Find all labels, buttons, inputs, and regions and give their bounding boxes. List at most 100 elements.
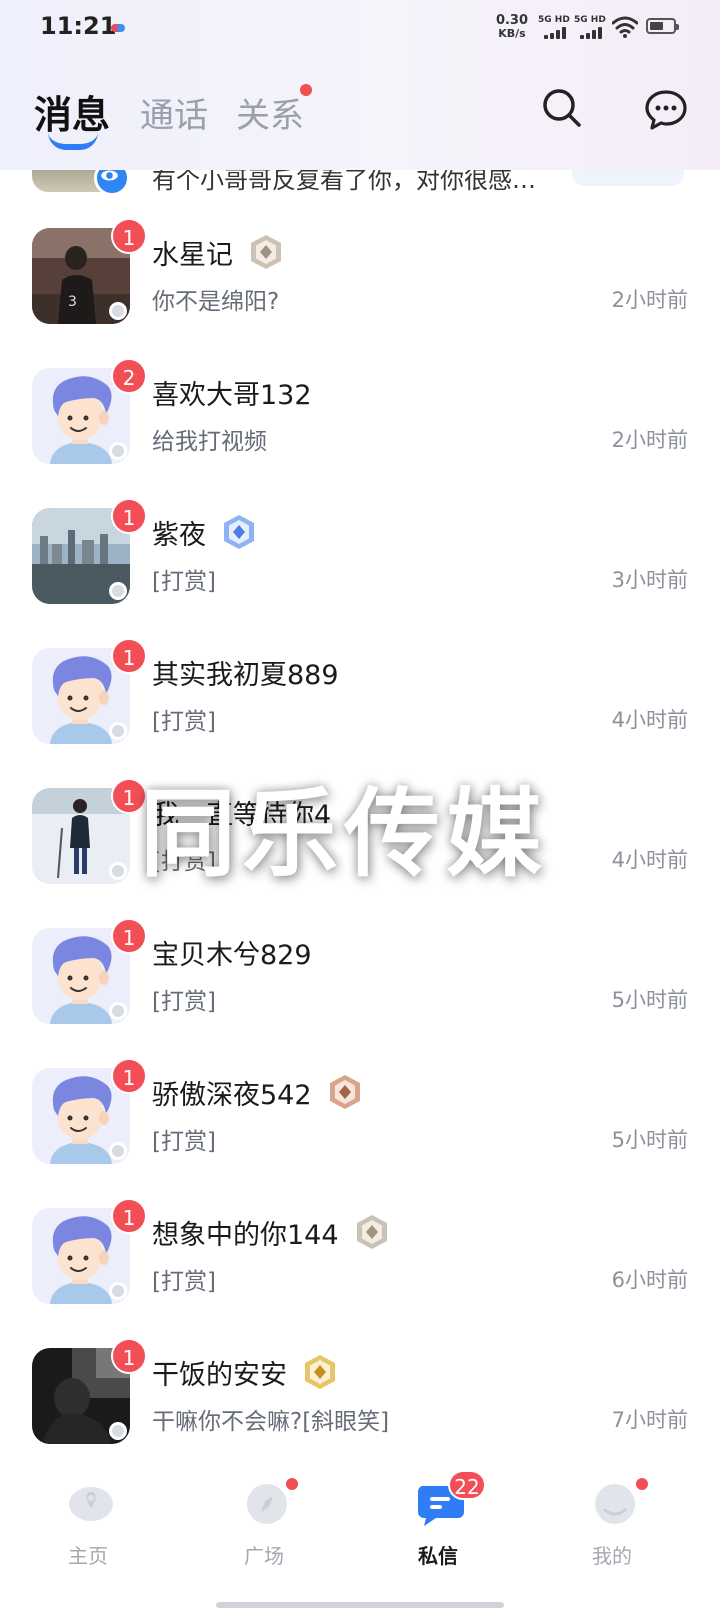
status-dot [109,442,127,460]
unread-badge: 1 [111,1058,147,1094]
signal-sim1-icon: 5G HD [538,15,570,41]
status-dot [109,582,127,600]
message-time: 5小时前 [611,1128,688,1152]
nav-messages-count: 22 [448,1470,486,1500]
home-icon [69,1487,113,1521]
status-bar: 11:21 0.30 KB/s 5G HD 5G HD [0,0,720,56]
contact-name: 喜欢大哥132 [152,379,312,411]
unread-badge: 1 [111,918,147,954]
eye-icon [94,170,130,196]
last-message: 你不是绵阳? [152,289,280,315]
svg-text:3: 3 [68,294,77,310]
action-pill[interactable] [572,170,684,186]
list-item[interactable]: 3 1 水星记你不是绵阳? 2小时前 [0,200,720,340]
nav-home[interactable]: 主页 [28,1468,148,1578]
list-item-message: 有个小哥哥反复看了你，对你很感… [152,170,536,194]
network-speed-unit: KB/s [498,27,526,40]
name-line: 水星记 [152,232,285,272]
message-time: 2小时前 [611,428,688,452]
bottom-nav: 主页 广场 22 私信 我的 [0,1468,720,1612]
tab-relations[interactable]: 关系 [236,88,304,137]
last-message: [打赏] [152,989,216,1015]
name-line: 骄傲深夜542 [152,1072,364,1112]
last-message: [打赏] [152,569,216,595]
status-dot [109,1422,127,1440]
battery-level [650,22,663,30]
status-dot [109,1142,127,1160]
last-message: 给我打视频 [152,429,267,455]
tab-calls[interactable]: 通话 [140,88,208,137]
relations-new-dot [300,84,312,96]
list-item[interactable]: 2 喜欢大哥132 给我打视频 2小时前 [0,340,720,480]
compass-icon [247,1484,287,1524]
name-line: 宝贝木兮829 [152,932,312,972]
signal-sim2-icon: 5G HD [574,15,606,41]
nav-plaza-dot [286,1478,298,1490]
notification-icon [111,24,125,32]
name-line: 喜欢大哥132 [152,372,312,412]
status-dot [109,722,127,740]
nav-profile[interactable]: 我的 [552,1468,672,1578]
unread-badge: 2 [111,358,147,394]
message-time: 3小时前 [611,568,688,592]
status-dot [109,302,127,320]
home-indicator[interactable] [216,1602,504,1608]
list-item[interactable]: 1 紫夜 [打赏] 3小时前 [0,480,720,620]
chat-bubble-icon[interactable] [644,88,688,132]
last-message: [打赏] [152,1269,216,1295]
contact-name: 紫夜 [152,519,206,551]
unread-badge: 1 [111,638,147,674]
network-speed: 0.30 KB/s [492,14,532,40]
list-item[interactable]: 1 想象中的你144 [打赏] 6小时前 [0,1180,720,1320]
list-item-partial[interactable]: 有个小哥哥反复看了你，对你很感… [0,170,720,200]
nav-profile-dot [636,1478,648,1490]
message-time: 4小时前 [611,708,688,732]
signal-sim2-label: 5G HD [574,15,606,25]
contact-name: 宝贝木兮829 [152,939,312,971]
level-badge-icon [356,1215,387,1249]
unread-badge: 1 [111,218,147,254]
last-message: 干嘛你不会嘛?[斜眼笑] [152,1409,390,1435]
status-time: 11:21 [40,12,117,40]
signal-sim1-label: 5G HD [538,15,570,25]
list-item[interactable]: 1 宝贝木兮829 [打赏] 5小时前 [0,900,720,1040]
nav-messages[interactable]: 22 私信 [378,1468,498,1578]
message-time: 7小时前 [611,1408,688,1432]
unread-badge: 1 [111,1338,147,1374]
watermark: 同乐传媒 [140,778,548,890]
level-badge-icon [251,235,281,269]
last-message: [打赏] [152,1129,216,1155]
name-line: 紫夜 [152,512,258,552]
contact-name: 水星记 [152,239,233,271]
name-line: 干饭的安安 [152,1352,339,1392]
message-time: 4小时前 [611,848,688,872]
contact-name: 骄傲深夜542 [152,1079,312,1111]
nav-messages-label: 私信 [418,1544,458,1568]
unread-badge: 1 [111,498,147,534]
nav-profile-label: 我的 [592,1544,632,1568]
message-time: 6小时前 [611,1268,688,1292]
unread-badge: 1 [111,1198,147,1234]
list-item[interactable]: 1 干饭的安安干嘛你不会嘛?[斜眼笑] 7小时前 [0,1320,720,1460]
level-badge-icon [305,1355,335,1389]
list-item[interactable]: 1 其实我初夏889 [打赏] 4小时前 [0,620,720,760]
level-badge-icon [224,515,254,549]
level-badge-icon [329,1075,360,1109]
search-icon[interactable] [540,86,584,130]
contact-name: 其实我初夏889 [152,659,339,691]
nav-plaza-label: 广场 [244,1544,284,1568]
name-line: 想象中的你144 [152,1212,391,1252]
nav-home-label: 主页 [68,1544,108,1568]
network-speed-value: 0.30 [495,13,529,28]
wifi-icon [612,16,638,38]
name-line: 其实我初夏889 [152,652,339,692]
list-item[interactable]: 1 骄傲深夜542 [打赏] 5小时前 [0,1040,720,1180]
profile-icon [595,1484,635,1524]
message-time: 2小时前 [611,288,688,312]
battery-icon [646,18,679,34]
tab-messages[interactable]: 消息 [34,84,110,139]
nav-plaza[interactable]: 广场 [204,1468,324,1578]
status-dot [109,1002,127,1020]
status-dot [109,1282,127,1300]
contact-name: 干饭的安安 [152,1359,287,1391]
